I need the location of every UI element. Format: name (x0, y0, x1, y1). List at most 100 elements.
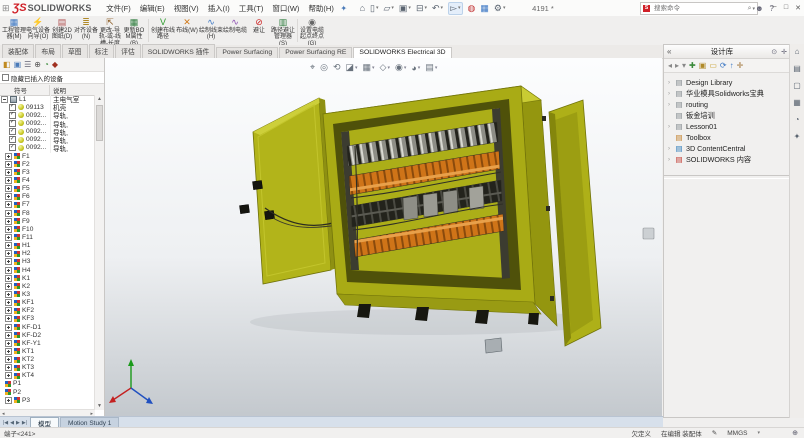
tree-row[interactable]: F7 (0, 201, 95, 209)
tree-row[interactable]: KF-Y1 (0, 339, 95, 347)
expand-icon[interactable] (5, 258, 12, 265)
ribbon-button[interactable]: ∿ 绘制线束(H) (199, 16, 223, 45)
ribbon-button[interactable]: V 创建布线路径 (151, 16, 175, 45)
library-tree-item[interactable]: › ▤ Design Library (664, 77, 789, 88)
ribbon-button[interactable]: ⊘ 避让 (247, 16, 271, 45)
tree-vertical-scrollbar[interactable]: ▲ ▼ (94, 95, 104, 410)
quick-access-button[interactable]: ⌂ ▾ (360, 3, 365, 13)
expand-icon[interactable] (5, 324, 12, 331)
menu-item[interactable]: 帮助(H) (308, 3, 333, 14)
expand-icon[interactable] (5, 185, 12, 192)
expand-icon[interactable] (5, 193, 12, 200)
tree-row[interactable]: K3 (0, 290, 95, 298)
library-toolbar-icon[interactable]: ▭ (709, 61, 717, 70)
expand-icon[interactable] (5, 372, 12, 379)
search-input[interactable] (652, 4, 748, 13)
task-pane-tab-icon[interactable]: ✦ (794, 132, 801, 141)
units-chevron-icon[interactable]: ▾ (757, 430, 760, 436)
ribbon-tab[interactable]: 布局 (35, 44, 61, 58)
ribbon-tab[interactable]: SOLIDWORKS Electrical 3D (353, 47, 451, 58)
column-header-description[interactable]: 说明 (50, 85, 104, 95)
library-toolbar-icon[interactable]: ✛ (737, 61, 744, 70)
row-checkbox[interactable] (9, 120, 16, 127)
view-toolbar-button[interactable]: ⟲ ▾ (333, 62, 341, 73)
chevron-down-icon[interactable]: ▾ (404, 65, 407, 71)
scroll-up-icon[interactable]: ▲ (95, 95, 104, 103)
tree-row[interactable]: KF2 (0, 307, 95, 315)
expand-icon[interactable] (5, 201, 12, 208)
pin-menu-icon[interactable]: ✦ (340, 4, 347, 13)
expand-icon[interactable] (1, 96, 8, 103)
graphics-viewport[interactable]: ⌖ ▾ ◎ ▾ ⟲ ▾ ◪ ▾ ▦ (105, 58, 662, 418)
chevron-down-icon[interactable]: ▾ (418, 65, 421, 71)
library-tree-item[interactable]: › ▤ 华业模具Solidworks宝典 (664, 88, 789, 99)
expand-icon[interactable] (5, 177, 12, 184)
units-selector[interactable]: MMGS (727, 430, 747, 437)
expand-icon[interactable] (5, 307, 12, 314)
task-pane-tab-icon[interactable]: ▦ (793, 98, 801, 107)
library-toolbar-icon[interactable]: ▾ (682, 61, 686, 70)
tree-row[interactable]: F1 (0, 152, 95, 160)
scroll-down-icon[interactable]: ▼ (95, 402, 104, 410)
view-toolbar-button[interactable]: ◇ ▾ (380, 62, 390, 73)
menu-item[interactable]: 编辑(E) (140, 3, 165, 14)
quick-access-button[interactable]: ▱ ▾ (383, 3, 393, 14)
expand-icon[interactable] (5, 283, 12, 290)
tree-row[interactable]: F10 (0, 225, 95, 233)
ribbon-tab[interactable]: 评估 (115, 44, 141, 58)
menu-item[interactable]: 视图(V) (174, 3, 199, 14)
collapse-pane-icon[interactable]: « (667, 47, 671, 56)
ribbon-button[interactable]: ⚡ 电气设备向导(O) (26, 16, 50, 45)
view-toolbar-button[interactable]: ◉ ▾ (395, 62, 406, 73)
expand-icon[interactable] (5, 332, 12, 339)
globe-status-icon[interactable]: ⊕ (792, 429, 798, 437)
checkbox-icon[interactable] (2, 74, 9, 81)
expand-icon[interactable] (5, 291, 12, 298)
row-checkbox[interactable] (9, 128, 16, 135)
tree-row[interactable]: KF-D2 (0, 331, 95, 339)
expand-icon[interactable] (5, 315, 12, 322)
ribbon-button[interactable]: ✕ 布线(W) (175, 16, 199, 45)
expand-icon[interactable] (5, 242, 12, 249)
library-tree-item[interactable]: › ▤ Toolbox (664, 132, 789, 143)
ribbon-button[interactable] (297, 19, 298, 42)
expand-icon[interactable] (5, 275, 12, 282)
expand-icon[interactable] (5, 161, 12, 168)
panel-toolbar-icon[interactable]: ⊕ (34, 60, 41, 69)
expand-icon[interactable] (5, 153, 12, 160)
task-pane-tab-icon[interactable]: ◔ (795, 115, 800, 124)
expand-icon[interactable] (5, 299, 12, 306)
tree-row[interactable]: H3 (0, 258, 95, 266)
tree-row[interactable]: 0092... 导轨, (0, 144, 95, 152)
expand-icon[interactable] (5, 226, 12, 233)
expand-icon[interactable] (5, 169, 12, 176)
tree-row[interactable]: KF3 (0, 315, 95, 323)
panel-toolbar-icon[interactable]: ☰ (24, 60, 31, 69)
expand-icon[interactable] (5, 356, 12, 363)
expand-icon[interactable] (5, 340, 12, 347)
chevron-down-icon[interactable]: ▾ (441, 5, 444, 11)
expand-icon[interactable] (5, 210, 12, 217)
tree-row[interactable]: H1 (0, 242, 95, 250)
library-tree-item[interactable]: › ▤ SOLIDWORKS 内容 (664, 154, 789, 165)
quick-access-button[interactable]: ▯ ▾ (370, 3, 378, 14)
ribbon-button[interactable]: ⇱ 更改-导轨-或-线槽-长度(G) (98, 16, 122, 45)
window-control-button[interactable]: ✕ (794, 4, 802, 12)
tree-row[interactable]: F8 (0, 209, 95, 217)
view-toolbar-button[interactable]: ▤ ▾ (425, 62, 437, 73)
library-tree-item[interactable]: › ▤ Lesson01 (664, 121, 789, 132)
quick-access-button[interactable]: ▦ ▾ (480, 3, 489, 14)
ribbon-tab[interactable]: SOLIDWORKS 插件 (142, 44, 216, 58)
search-icon[interactable]: ⌕ (748, 5, 752, 13)
login-icon[interactable]: ☻ (755, 4, 763, 13)
library-toolbar-icon[interactable]: ▣ (699, 61, 707, 70)
ribbon-tab[interactable]: 标注 (89, 44, 115, 58)
tree-row[interactable]: F5 (0, 185, 95, 193)
tree-row[interactable]: F9 (0, 217, 95, 225)
ribbon-button[interactable]: ▦ 更新BOM属性(B) (122, 16, 146, 45)
ribbon-tab[interactable]: Power Surfacing (216, 47, 278, 58)
pane-splitter[interactable] (664, 175, 789, 179)
ribbon-button[interactable] (148, 19, 149, 42)
column-header-symbol[interactable]: 符号 (0, 85, 50, 95)
tree-row[interactable]: KF-D1 (0, 323, 95, 331)
